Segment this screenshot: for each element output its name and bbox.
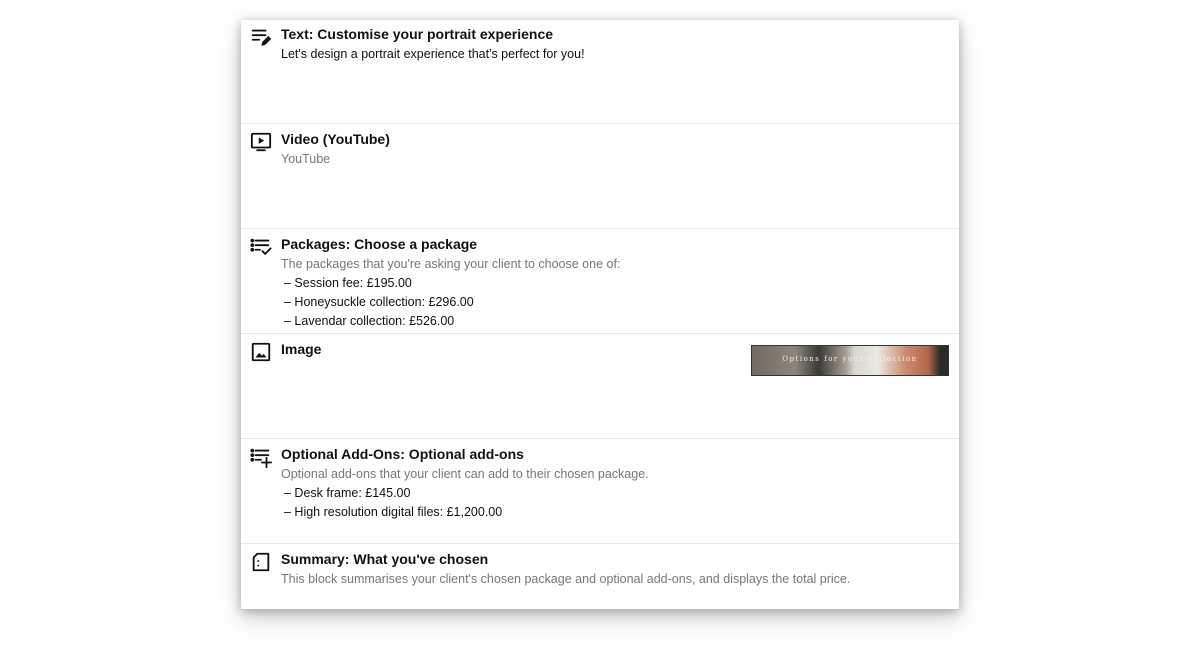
addons-list: – Desk frame: £145.00 – High resolution …: [281, 484, 949, 522]
video-block-title: Video (YouTube): [281, 131, 390, 147]
text-edit-icon: [250, 26, 272, 48]
text-block[interactable]: Text: Customise your portrait experience…: [241, 20, 959, 124]
image-block[interactable]: Image Options for your collection: [241, 335, 959, 439]
package-item: – Lavendar collection: £526.00: [284, 314, 455, 328]
summary-block[interactable]: Summary: What you've chosen This block s…: [241, 545, 959, 649]
addon-item: – Desk frame: £145.00: [284, 486, 411, 500]
addon-item: – High resolution digital files: £1,200.…: [284, 505, 503, 519]
packages-block[interactable]: Packages: Choose a package The packages …: [241, 230, 959, 334]
checklist-icon: [250, 236, 272, 258]
packages-list: – Session fee: £195.00 – Honeysuckle col…: [281, 274, 949, 331]
proposal-blocks-panel: Text: Customise your portrait experience…: [241, 20, 959, 609]
list-add-icon: [250, 446, 272, 468]
image-thumbnail-caption: Options for your collection: [782, 355, 918, 363]
summary-block-description: This block summarises your client's chos…: [281, 572, 851, 586]
text-block-title: Text: Customise your portrait experience: [281, 26, 554, 42]
packages-block-title: Packages: Choose a package: [281, 236, 478, 252]
package-item: – Honeysuckle collection: £296.00: [284, 295, 474, 309]
packages-block-description: The packages that you're asking your cli…: [281, 257, 621, 271]
summary-icon: [250, 551, 272, 573]
addons-block-description: Optional add-ons that your client can ad…: [281, 467, 649, 481]
image-icon: [250, 341, 272, 363]
text-block-description: Let's design a portrait experience that'…: [281, 47, 585, 61]
video-play-icon: [250, 131, 272, 153]
package-item: – Session fee: £195.00: [284, 276, 412, 290]
image-thumbnail[interactable]: Options for your collection: [751, 345, 949, 376]
video-block[interactable]: Video (YouTube) YouTube: [241, 125, 959, 229]
video-block-description: YouTube: [281, 152, 331, 166]
addons-block[interactable]: Optional Add-Ons: Optional add-ons Optio…: [241, 440, 959, 544]
summary-block-title: Summary: What you've chosen: [281, 551, 489, 567]
addons-block-title: Optional Add-Ons: Optional add-ons: [281, 446, 524, 462]
